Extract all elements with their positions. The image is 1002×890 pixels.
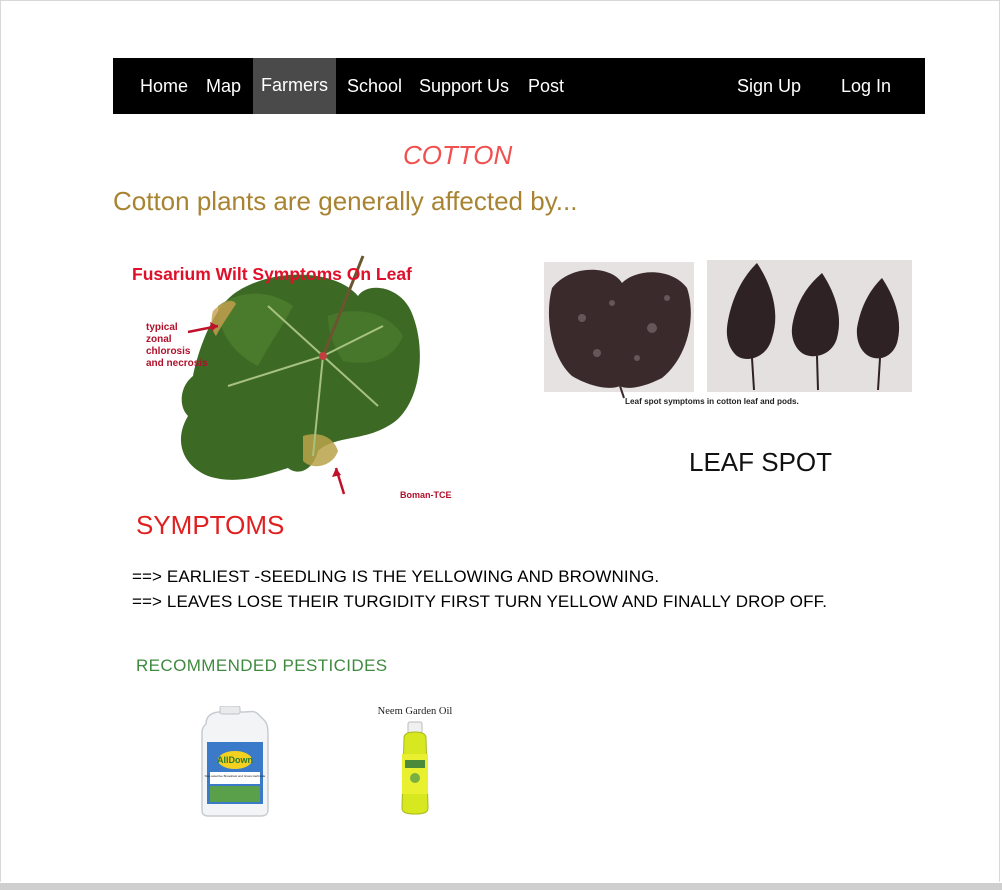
nav-farmers[interactable]: Farmers xyxy=(253,58,336,114)
fusarium-wilt-image: Fusarium Wilt Symptoms On Leaf typical z… xyxy=(118,236,463,504)
image-credit: Boman-TCE xyxy=(400,490,452,500)
intro-text: Cotton plants are generally affected by.… xyxy=(113,186,578,216)
main-navbar: Home Map Farmers School Support Us Post … xyxy=(113,58,925,114)
note-line: and necrosis xyxy=(146,358,208,369)
note-line: typical xyxy=(146,322,178,333)
symptom-line: ==> LEAVES LOSE THEIR TURGIDITY FIRST TU… xyxy=(132,592,828,611)
product-label: AllDown xyxy=(217,755,253,765)
herbicide-jug-image: AllDown Non-selective Broadcast and Gras… xyxy=(201,706,269,817)
note-line: zonal xyxy=(146,334,172,345)
leaf-spot-inner-caption: Leaf spot symptoms in cotton leaf and po… xyxy=(625,397,799,406)
nav-support-us[interactable]: Support Us xyxy=(419,58,509,114)
leaf-spot-label: LEAF SPOT xyxy=(689,447,833,477)
nav-log-in[interactable]: Log In xyxy=(841,58,891,114)
leaf-spot-image: Leaf spot symptoms in cotton leaf and po… xyxy=(542,258,914,410)
bottom-scrollbar xyxy=(0,883,1002,890)
fusarium-heading: Fusarium Wilt Symptoms On Leaf xyxy=(132,264,412,284)
recommended-pesticides-heading: RECOMMENDED PESTICIDES xyxy=(136,656,388,675)
product-sublabel: Non-selective Broadcast and Grass Herbic… xyxy=(205,774,266,778)
symptoms-heading: SYMPTOMS xyxy=(136,510,285,540)
neem-oil-bottle-image: Neem Garden Oil xyxy=(378,706,453,815)
nav-sign-up[interactable]: Sign Up xyxy=(737,58,801,114)
nav-post[interactable]: Post xyxy=(528,58,564,114)
note-line: chlorosis xyxy=(146,346,191,357)
symptom-line: ==> EARLIEST -SEEDLING IS THE YELLOWING … xyxy=(132,567,660,586)
neem-oil-title: Neem Garden Oil xyxy=(378,706,453,717)
nav-home[interactable]: Home xyxy=(140,58,188,114)
nav-school[interactable]: School xyxy=(347,58,402,114)
page-title: COTTON xyxy=(403,140,513,170)
nav-map[interactable]: Map xyxy=(206,58,241,114)
